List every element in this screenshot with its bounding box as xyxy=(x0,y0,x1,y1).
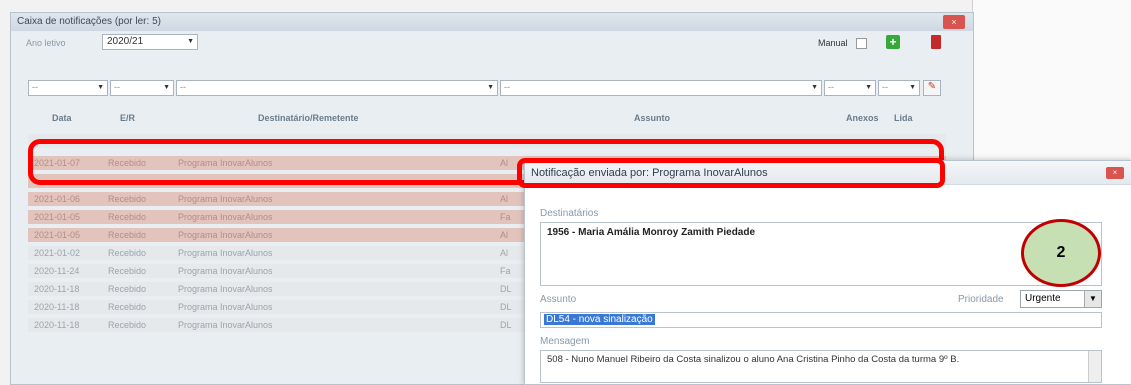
row-er: Recebido xyxy=(108,320,147,330)
col-dest[interactable]: Destinatário/Remetente xyxy=(258,113,359,123)
window-title: Caixa de notificações (por ler: 5) × xyxy=(11,13,973,31)
dialog-title-annotation xyxy=(517,158,945,188)
row-assunto: Fa xyxy=(500,212,511,222)
message-text: 508 - Nuno Manuel Ribeiro da Costa sinal… xyxy=(547,354,960,365)
priority-select[interactable]: Urgente ▼ xyxy=(1020,290,1102,308)
row-er: Recebido xyxy=(108,302,147,312)
row-assunto: Al xyxy=(500,230,509,240)
row-er: Recebido xyxy=(108,212,147,222)
row-assunto: DL xyxy=(500,284,512,294)
filter-row: -- ▼ -- ▼ -- ▼ -- ▼ -- ▼ -- ▼ ✎ xyxy=(28,80,946,98)
delete-icon[interactable] xyxy=(931,35,941,49)
add-icon[interactable]: + xyxy=(886,35,900,49)
message-label: Mensagem xyxy=(540,336,590,347)
scrollbar[interactable] xyxy=(1088,351,1101,382)
row-dest: Programa InovarAlunos xyxy=(178,302,273,312)
row-er: Recebido xyxy=(108,248,147,258)
manual-checkbox[interactable] xyxy=(856,38,867,49)
filter-anexos[interactable]: -- ▼ xyxy=(824,80,876,96)
step-badge: 2 xyxy=(1021,219,1101,287)
chevron-down-icon: ▼ xyxy=(187,38,194,45)
row-er: Recebido xyxy=(108,266,147,276)
row-assunto: Al xyxy=(500,248,509,258)
row-date: 2021-01-06 xyxy=(34,194,81,204)
filter-lida[interactable]: -- ▼ xyxy=(878,80,920,96)
row-date: 2021-01-05 xyxy=(34,230,81,240)
priority-label: Prioridade xyxy=(958,294,1004,305)
row-date: 2021-01-05 xyxy=(34,212,81,222)
close-icon[interactable]: × xyxy=(1106,167,1124,179)
row-date: 2020-11-18 xyxy=(34,302,80,312)
row-dest: Programa InovarAlunos xyxy=(178,266,273,276)
toolbar: Ano letivo 2020/21 ▼ Manual + xyxy=(18,34,948,52)
recipient: 1956 - Maria Amália Monroy Zamith Piedad… xyxy=(547,227,756,238)
row-assunto: DL xyxy=(500,320,512,330)
message-box[interactable]: 508 - Nuno Manuel Ribeiro da Costa sinal… xyxy=(540,350,1102,383)
row-assunto: DL xyxy=(500,302,512,312)
row-dest: Programa InovarAlunos xyxy=(178,320,273,330)
subject-label: Assunto xyxy=(540,294,577,305)
col-data[interactable]: Data xyxy=(52,113,72,123)
close-icon[interactable]: × xyxy=(943,15,965,29)
row-dest: Programa InovarAlunos xyxy=(178,284,273,294)
manual-label: Manual xyxy=(818,38,848,48)
row-assunto: Al xyxy=(500,194,509,204)
col-lida[interactable]: Lida xyxy=(894,113,913,123)
row-date: 2021-01-02 xyxy=(34,248,81,258)
year-label: Ano letivo xyxy=(26,38,66,48)
row-date: 2020-11-18 xyxy=(34,284,80,294)
table-header: Data E/R Destinatário/Remetente Assunto … xyxy=(28,111,946,127)
col-anexos[interactable]: Anexos xyxy=(846,113,879,123)
row-dest: Programa InovarAlunos xyxy=(178,230,273,240)
row-er: Recebido xyxy=(108,284,147,294)
col-er[interactable]: E/R xyxy=(120,113,135,123)
window-title-text: Caixa de notificações (por ler: 5) xyxy=(17,16,161,27)
subject-input[interactable]: DL54 - nova sinalização xyxy=(540,312,1102,328)
clear-filter-icon[interactable]: ✎ xyxy=(923,80,941,96)
row-er: Recebido xyxy=(108,230,147,240)
row-assunto: Fa xyxy=(500,266,511,276)
filter-assunto[interactable]: -- ▼ xyxy=(500,80,822,96)
priority-value: Urgente xyxy=(1025,293,1061,304)
subject-value: DL54 - nova sinalização xyxy=(544,314,655,325)
row-dest: Programa InovarAlunos xyxy=(178,248,273,258)
row-er: Recebido xyxy=(108,194,147,204)
recipients-box[interactable]: 1956 - Maria Amália Monroy Zamith Piedad… xyxy=(540,222,1102,286)
row-dest: Programa InovarAlunos xyxy=(178,194,273,204)
filter-destinatario[interactable]: -- ▼ xyxy=(176,80,498,96)
year-select[interactable]: 2020/21 ▼ xyxy=(102,34,198,50)
row-dest: Programa InovarAlunos xyxy=(178,212,273,222)
filter-date[interactable]: -- ▼ xyxy=(28,80,108,96)
year-value: 2020/21 xyxy=(107,36,144,47)
recipients-label: Destinatários xyxy=(540,208,599,219)
col-assunto[interactable]: Assunto xyxy=(634,113,670,123)
filter-er[interactable]: -- ▼ xyxy=(110,80,174,96)
row-date: 2020-11-18 xyxy=(34,320,80,330)
chevron-down-icon: ▼ xyxy=(1084,291,1101,307)
row-date: 2020-11-24 xyxy=(34,266,80,276)
